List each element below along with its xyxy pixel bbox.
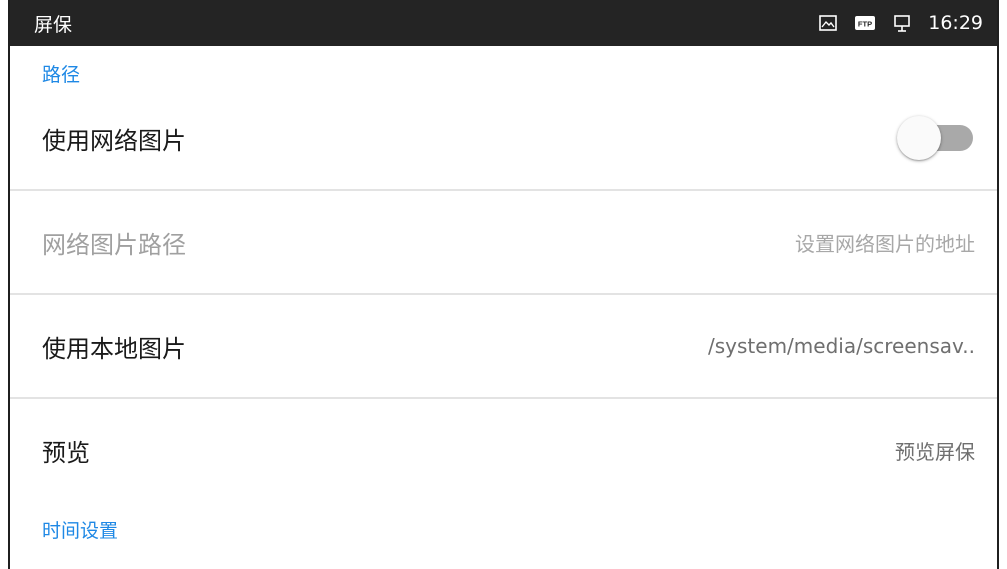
- row-value: 预览屏保: [895, 439, 975, 464]
- row-network-image-path: 网络图片路径 设置网络图片的地址: [10, 191, 997, 293]
- ftp-icon: FTP: [854, 14, 876, 32]
- row-label: 使用网络图片: [42, 126, 186, 155]
- status-icons: FTP 16:29: [818, 12, 983, 34]
- screen-title: 屏保: [34, 13, 73, 36]
- screenshot-icon: [818, 14, 838, 32]
- status-bar: 屏保 FTP 16:29: [10, 0, 997, 46]
- clock: 16:29: [928, 12, 983, 34]
- row-preview[interactable]: 预览 预览屏保: [10, 399, 997, 501]
- row-use-local-image[interactable]: 使用本地图片 /system/media/screensav..: [10, 295, 997, 397]
- screen-frame: 屏保 FTP 16:29 路径 使用网络图片 网络图片路径 设置网络图片的地址 …: [8, 0, 999, 569]
- use-network-image-toggle[interactable]: [897, 116, 975, 160]
- row-value: /system/media/screensav..: [708, 334, 975, 358]
- section-header-path: 路径: [42, 64, 81, 86]
- row-label: 预览: [42, 438, 90, 467]
- row-use-network-image[interactable]: 使用网络图片: [10, 87, 997, 189]
- ftp-badge-text: FTP: [858, 20, 872, 29]
- ethernet-icon: [892, 13, 912, 33]
- row-label: 网络图片路径: [42, 230, 186, 259]
- row-label: 使用本地图片: [42, 334, 186, 363]
- section-header-time-settings: 时间设置: [42, 520, 119, 542]
- toggle-thumb: [897, 116, 941, 160]
- row-value: 设置网络图片的地址: [795, 231, 975, 256]
